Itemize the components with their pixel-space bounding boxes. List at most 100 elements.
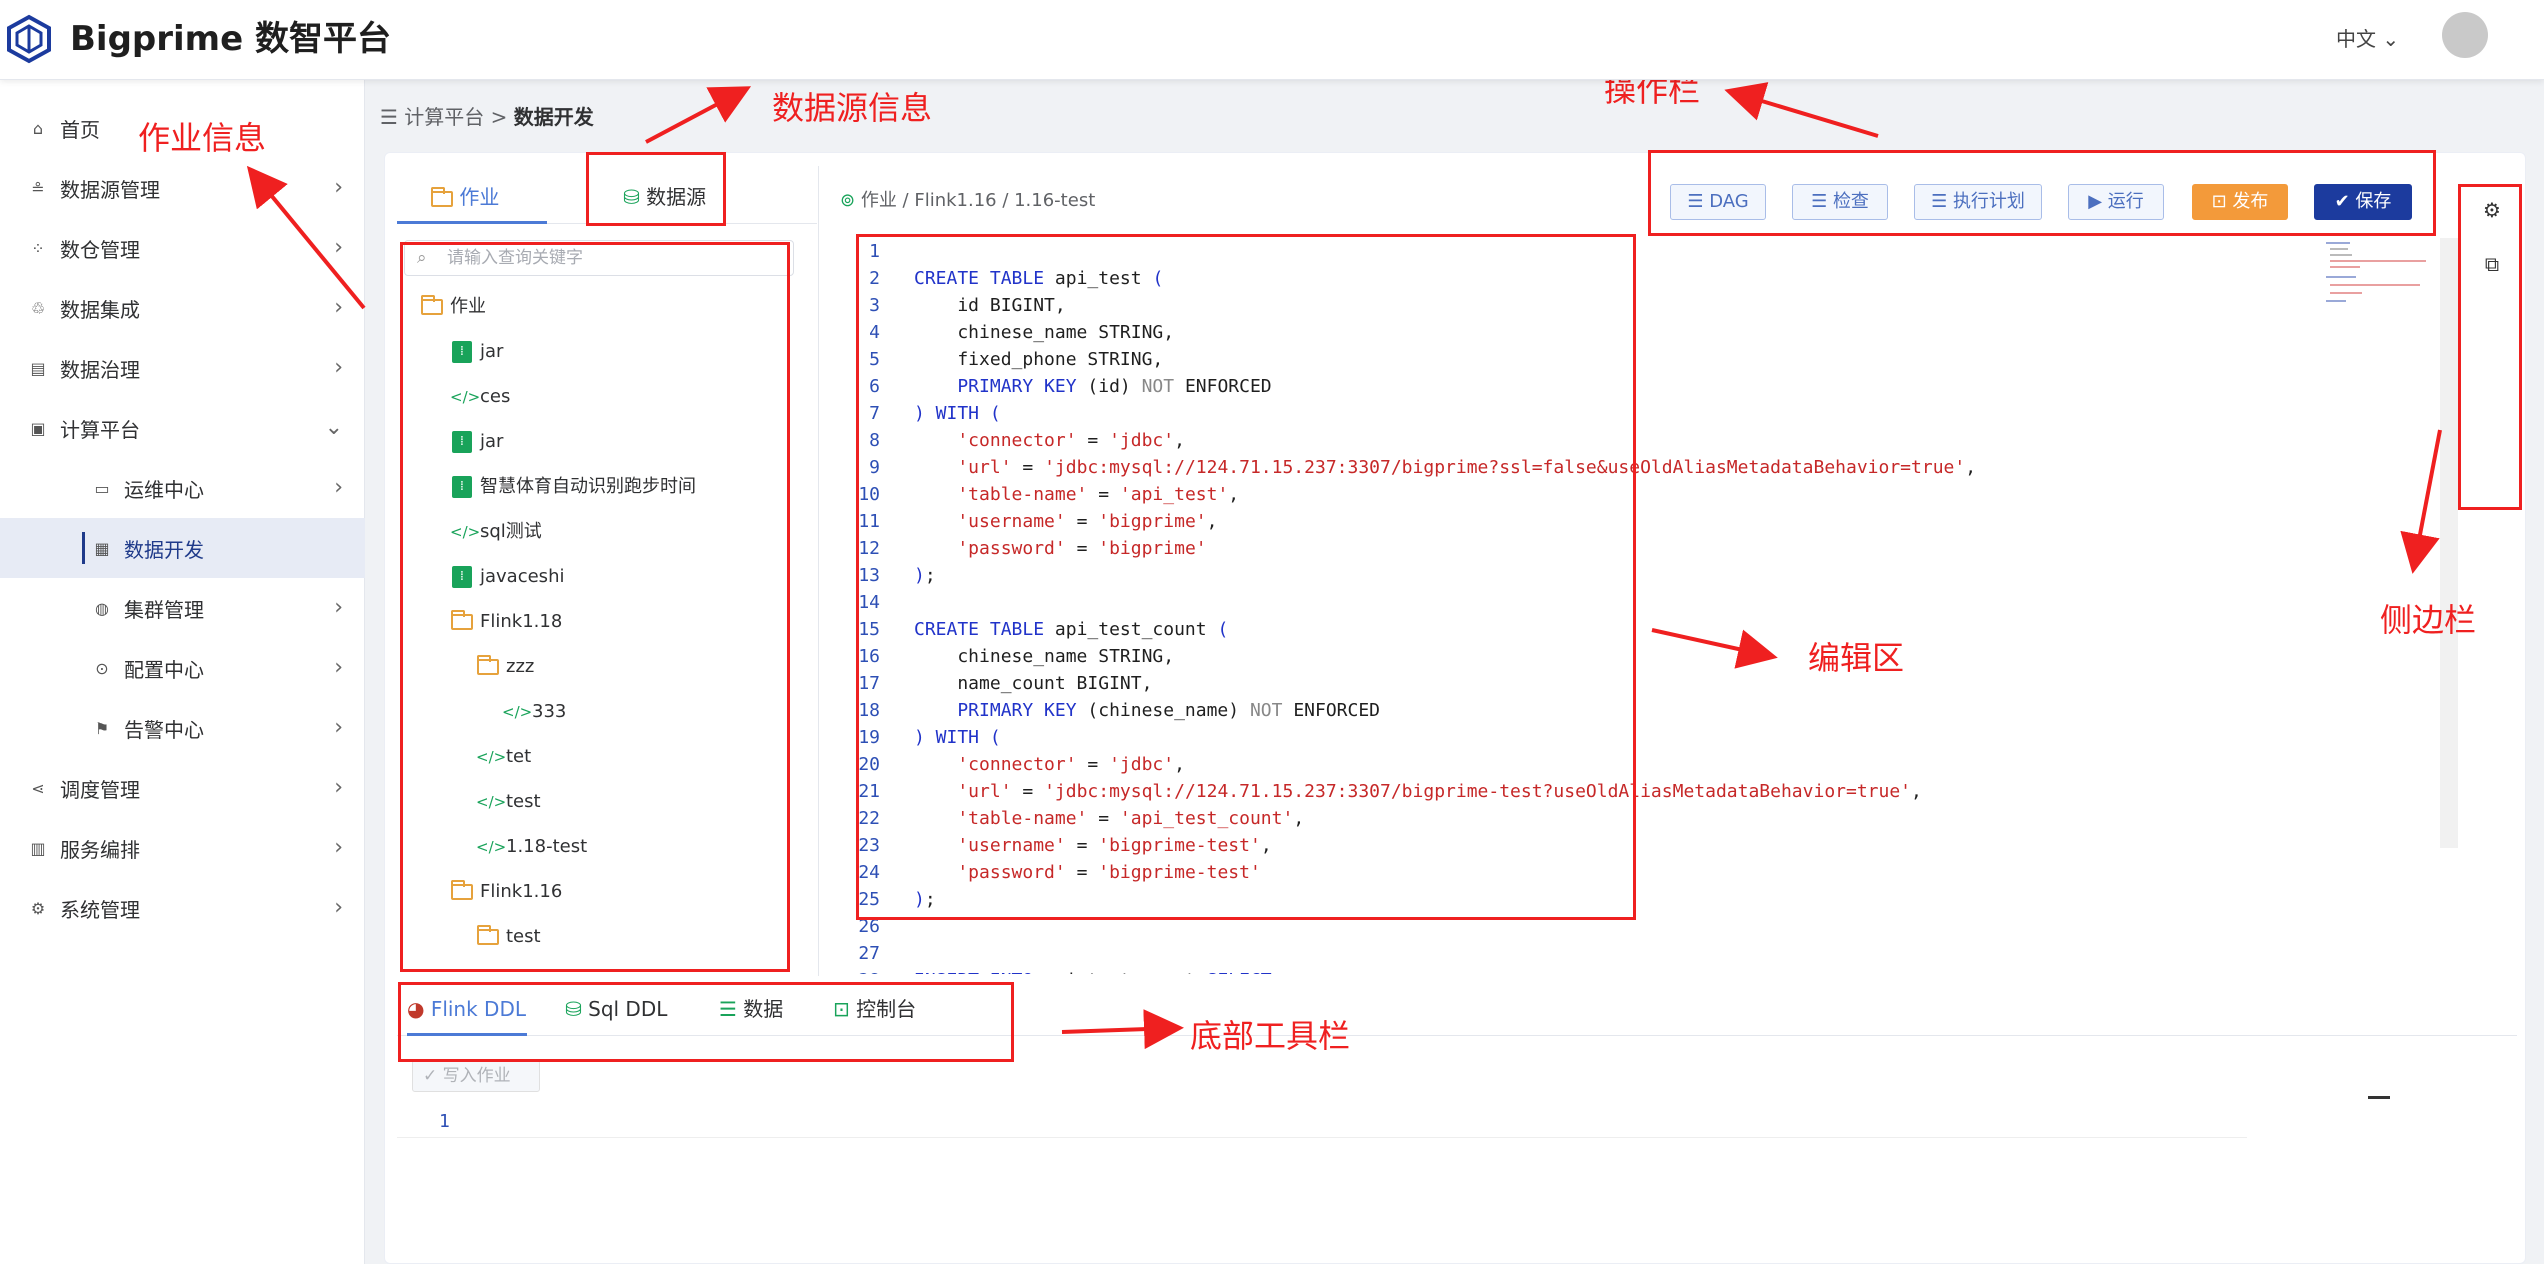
- sidebar-item-label: 首页: [60, 117, 100, 142]
- line-number: 27: [858, 943, 880, 964]
- sidebar-item-compute[interactable]: ▣ 计算平台 ⌄: [0, 398, 365, 458]
- chevron-right-icon: ›: [334, 655, 343, 680]
- annotation-editor: 编辑区: [1808, 639, 1905, 677]
- gear-icon: ⚙: [30, 898, 46, 918]
- annotation-job-info: 作业信息: [138, 119, 267, 157]
- breadcrumb-current: 数据开发: [513, 105, 594, 129]
- code-token: SELECT: [1207, 970, 1272, 974]
- chevron-right-icon: ›: [334, 355, 343, 380]
- compute-icon: ▣: [30, 418, 46, 438]
- sidebar-item-label: 数据开发: [124, 537, 204, 562]
- sidebar-item-ops[interactable]: ▭ 运维中心 ›: [0, 458, 365, 518]
- sidebar-item-label: 数据源管理: [60, 177, 160, 202]
- minimize-icon[interactable]: [2368, 1096, 2390, 1099]
- code-line[interactable]: 28 INSERT INTO api_test_count SELECT: [856, 967, 1272, 974]
- breadcrumb: ☰ 计算平台 > 数据开发: [380, 100, 594, 134]
- job-path-text: 作业 / Flink1.16 / 1.16-test: [860, 190, 1096, 211]
- sidebar-item-label: 数据治理: [60, 357, 140, 382]
- annotation-bottom-toolbar: 底部工具栏: [1190, 1017, 1351, 1055]
- code-token: ,: [1965, 457, 1977, 478]
- globe-icon: ◍: [95, 598, 109, 618]
- job-path: ⊚ 作业 / Flink1.16 / 1.16-test: [840, 186, 1095, 216]
- code-token: ,: [1911, 781, 1922, 802]
- annotation-box-toolbar: [1648, 150, 2436, 236]
- sidebar-item-label: 计算平台: [60, 417, 140, 442]
- bigprime-logo-icon: [7, 14, 51, 64]
- annotation-box-job-tree: [400, 242, 790, 972]
- sidebar-menu: ⌂ 首页 ≗ 数据源管理 › ⁘ 数仓管理 › ♲ 数据集成 › ▤ 数据治理 › ▣ 计算平台 ⌄ …: [0, 80, 365, 1264]
- annotation-box-bottom-toolbar: [398, 982, 1014, 1062]
- sidebar-item-label: 告警中心: [124, 717, 204, 742]
- folder-icon: [431, 186, 453, 207]
- sidebar-item-service[interactable]: ▥ 服务编排 ›: [0, 818, 365, 878]
- sidebar-item-label: 集群管理: [124, 597, 204, 622]
- sidebar-item-datasource[interactable]: ≗ 数据源管理 ›: [0, 158, 365, 218]
- avatar[interactable]: [2442, 12, 2488, 58]
- sidebar-item-config[interactable]: ⊙ 配置中心 ›: [0, 638, 365, 698]
- sidebar-item-label: 系统管理: [60, 897, 140, 922]
- datasource-icon: ≗: [31, 178, 45, 198]
- tab-label: 作业: [459, 185, 500, 209]
- active-indicator: [82, 532, 85, 564]
- chevron-right-icon: ›: [334, 835, 343, 860]
- governance-icon: ▤: [30, 358, 46, 378]
- sidebar-item-data-dev[interactable]: ▦ 数据开发: [0, 518, 365, 578]
- share-icon: ⋖: [31, 778, 45, 798]
- warehouse-icon: ⁘: [31, 238, 45, 258]
- sidebar-item-label: 运维中心: [124, 477, 204, 502]
- sidebar-item-label: 数据集成: [60, 297, 140, 322]
- brand-title: Bigprime 数智平台: [70, 19, 391, 59]
- config-icon: ⊙: [95, 658, 109, 678]
- monitor-icon: ▭: [94, 478, 110, 498]
- write-job-button[interactable]: ✓ 写入作业: [412, 1060, 540, 1092]
- chevron-right-icon: ›: [334, 235, 343, 260]
- menu-icon[interactable]: ☰: [380, 105, 398, 129]
- sidebar-item-label: 数仓管理: [60, 237, 140, 262]
- annotation-datasource-info: 数据源信息: [772, 89, 933, 127]
- code-line[interactable]: 27: [856, 940, 914, 967]
- annotation-box-side: [2458, 184, 2522, 510]
- sidebar-item-label: 配置中心: [124, 657, 204, 682]
- bar-chart-icon: ▥: [30, 838, 46, 858]
- sidebar-item-label: 调度管理: [60, 777, 140, 802]
- top-bar: Bigprime 数智平台 中文 ⌄: [0, 0, 2544, 80]
- line-number: 1: [439, 1111, 450, 1132]
- chevron-right-icon: ›: [334, 295, 343, 320]
- breadcrumb-parent[interactable]: 计算平台: [404, 105, 484, 129]
- annotation-side: 侧边栏: [2380, 601, 2477, 639]
- editor-minimap[interactable]: [2322, 238, 2428, 310]
- annotation-box-datasource: [586, 152, 726, 226]
- flag-icon: ⚑: [94, 718, 110, 738]
- sidebar-item-label: 服务编排: [60, 837, 140, 862]
- sidebar-item-schedule[interactable]: ⋖ 调度管理 ›: [0, 758, 365, 818]
- sidebar-item-cluster[interactable]: ◍ 集群管理 ›: [0, 578, 365, 638]
- write-job-label: 写入作业: [442, 1066, 511, 1086]
- sidebar-item-warehouse[interactable]: ⁘ 数仓管理 ›: [0, 218, 365, 278]
- integration-icon: ♲: [30, 298, 46, 318]
- annotation-box-editor: [856, 234, 1636, 920]
- home-icon: ⌂: [32, 118, 44, 138]
- dev-icon: ▦: [94, 538, 110, 558]
- sidebar-item-alert[interactable]: ⚑ 告警中心 ›: [0, 698, 365, 758]
- check-circle-icon: ✓: [423, 1066, 438, 1086]
- sidebar-item-integration[interactable]: ♲ 数据集成 ›: [0, 278, 365, 338]
- code-token: INSERT INTO: [914, 970, 1044, 974]
- chevron-right-icon: ›: [334, 895, 343, 920]
- chevron-right-icon: ›: [334, 475, 343, 500]
- panel-divider[interactable]: [818, 166, 819, 976]
- line-number: 28: [856, 967, 880, 974]
- chevron-down-icon: ⌄: [324, 415, 343, 440]
- sidebar-item-system[interactable]: ⚙ 系统管理 ›: [0, 878, 365, 938]
- breadcrumb-separator: >: [490, 105, 508, 129]
- chevron-right-icon: ›: [334, 715, 343, 740]
- sidebar-item-governance[interactable]: ▤ 数据治理 ›: [0, 338, 365, 398]
- chevron-right-icon: ›: [334, 175, 343, 200]
- code-token: api_test_count: [1044, 970, 1207, 974]
- language-selector[interactable]: 中文 ⌄: [2336, 22, 2399, 56]
- chevron-right-icon: ›: [334, 775, 343, 800]
- editor-scrollbar[interactable]: [2440, 238, 2458, 848]
- location-icon: ⊚: [840, 190, 856, 211]
- bottom-editor[interactable]: 1: [397, 1106, 2247, 1138]
- tab-jobs[interactable]: 作业: [397, 170, 547, 224]
- chevron-right-icon: ›: [334, 595, 343, 620]
